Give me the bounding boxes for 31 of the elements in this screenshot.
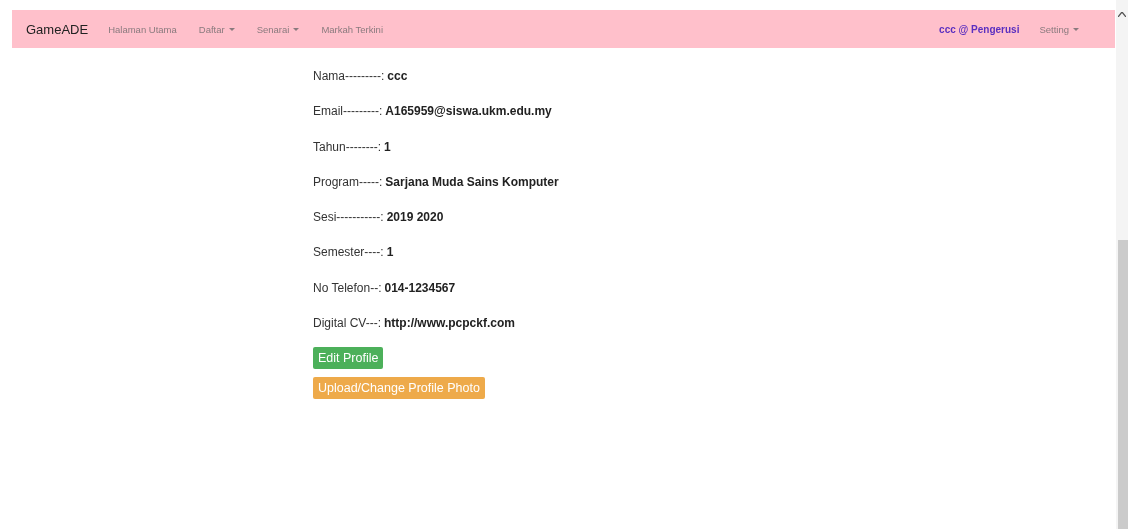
field-label: Program-----: xyxy=(313,174,383,189)
setting-link[interactable]: Setting xyxy=(1039,23,1079,35)
field-value: Sarjana Muda Sains Komputer xyxy=(385,174,559,189)
field-label: No Telefon--: xyxy=(313,280,382,295)
field-value: A165959@siswa.ukm.edu.my xyxy=(385,104,552,119)
caret-icon xyxy=(1073,27,1079,31)
brand[interactable]: GameADE xyxy=(26,21,89,37)
field-value: 014-1234567 xyxy=(384,280,456,295)
scrollbar[interactable] xyxy=(1116,0,1128,529)
nav-link[interactable]: Halaman Utama xyxy=(108,23,177,35)
nav-link[interactable]: Senarai xyxy=(256,23,300,35)
field-value: 2019 2020 xyxy=(386,210,444,225)
field-value: ccc xyxy=(387,69,408,83)
user-link[interactable]: ccc @ Pengerusi xyxy=(939,23,1020,35)
caret-icon xyxy=(293,27,300,31)
field-label: Nama---------: xyxy=(313,69,385,83)
field-value: 1 xyxy=(386,245,394,260)
nav-link[interactable]: Markah Terkini xyxy=(321,23,383,35)
nav-link[interactable]: Daftar xyxy=(198,23,235,35)
field-label: Semester----: xyxy=(313,245,384,260)
field-label: Sesi-----------: xyxy=(313,210,384,225)
field-label: Tahun--------: xyxy=(313,139,381,154)
edit-profile-button[interactable]: Edit Profile xyxy=(313,347,384,370)
field-value: 1 xyxy=(384,139,391,154)
scrollbar-thumb[interactable] xyxy=(1118,240,1128,529)
field-label: Digital CV---: xyxy=(313,316,381,331)
scroll-up-icon[interactable] xyxy=(1118,12,1126,17)
field-label: Email---------: xyxy=(313,104,383,119)
upload-photo-button[interactable]: Upload/Change Profile Photo xyxy=(313,377,485,400)
caret-icon xyxy=(228,27,235,31)
field-value: http://www.pcpckf.com xyxy=(384,316,515,331)
